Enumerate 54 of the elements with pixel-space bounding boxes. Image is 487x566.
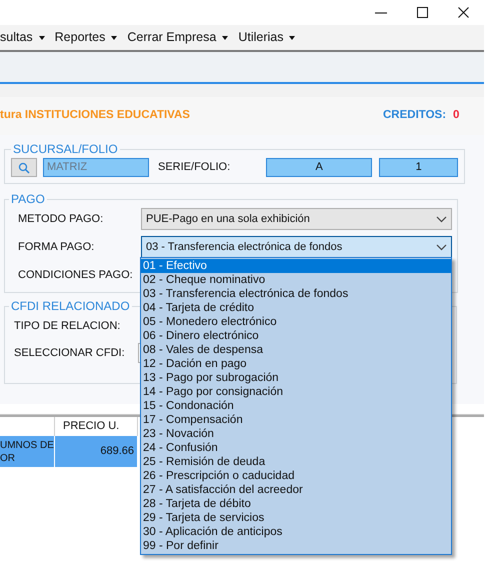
menu-item[interactable]: Cerrar Empresa (127, 28, 228, 47)
close-icon[interactable] (458, 7, 469, 18)
dropdown-option[interactable]: 14 - Pago por consignación (141, 385, 451, 399)
dropdown-option[interactable]: 99 - Por definir (141, 539, 451, 553)
chevron-down-icon (436, 244, 447, 250)
dropdown-option[interactable]: 05 - Monedero electrónico (141, 315, 451, 329)
dropdown-option[interactable]: 25 - Remisión de deuda (141, 455, 451, 469)
dropdown-option[interactable]: 04 - Tarjeta de crédito (141, 301, 451, 315)
minimize-icon[interactable] (375, 12, 387, 14)
dropdown-option[interactable]: 23 - Novación (141, 427, 451, 441)
caret-icon (38, 36, 45, 40)
field-label: CONDICIONES PAGO: (18, 268, 133, 283)
search-icon (18, 162, 30, 174)
table-cell: UMNOS DE OR (0, 436, 55, 467)
table-cell: 689.66 (55, 436, 138, 467)
maximize-icon[interactable] (417, 7, 428, 18)
caret-icon (222, 36, 228, 40)
group-legend: PAGO (9, 190, 47, 208)
dropdown-option[interactable]: 17 - Compensación (141, 413, 451, 427)
dropdown-option[interactable]: 26 - Prescripción o caducidad (141, 469, 451, 483)
search-button[interactable] (11, 158, 37, 177)
dropdown-option[interactable]: 03 - Transferencia electrónica de fondos (141, 287, 451, 301)
serie-field[interactable]: A (266, 158, 372, 177)
field-label: FORMA PAGO: (18, 240, 96, 255)
folio-field[interactable]: 1 (379, 158, 458, 177)
group-legend: SUCURSAL/FOLIO (11, 140, 120, 158)
metodo-select[interactable]: PUE-Pago en una sola exhibición (141, 208, 452, 230)
menu-item[interactable]: sultas (0, 28, 45, 47)
dropdown-option[interactable]: 27 - A satisfacción del acreedor (141, 483, 451, 497)
forma-select[interactable]: 03 - Transferencia electrónica de fondos (141, 236, 452, 258)
caret-icon (289, 36, 296, 40)
field-label: METODO PAGO: (18, 212, 104, 227)
dropdown-option[interactable]: 08 - Vales de despensa (141, 343, 451, 357)
dropdown-option[interactable]: 01 - Efectivo (141, 259, 451, 273)
dropdown-option[interactable]: 29 - Tarjeta de servicios (141, 511, 451, 525)
credits-label: CREDITOS: (382, 108, 446, 124)
credits-value: 0 (453, 108, 460, 124)
page-title: tura INSTITUCIONES EDUCATIVAS (0, 108, 190, 124)
dropdown-option[interactable]: 13 - Pago por subrogación (141, 371, 451, 385)
caret-icon (111, 36, 118, 40)
dropdown-option[interactable]: 12 - Dación en pago (141, 357, 451, 371)
field-label: TIPO DE RELACION: (14, 318, 120, 334)
dropdown-option[interactable]: 24 - Confusión (141, 441, 451, 455)
dropdown-option[interactable]: 28 - Tarjeta de débito (141, 497, 451, 511)
chevron-down-icon (436, 216, 447, 222)
menu-item[interactable]: Utilerias (238, 28, 296, 47)
field-label: SELECCIONAR CFDI: (14, 346, 126, 361)
menu-item[interactable]: Reportes (54, 28, 118, 47)
group-legend: CFDI RELACIONADO (9, 297, 132, 315)
dropdown-option[interactable]: 30 - Aplicación de anticipos (141, 525, 451, 539)
dropdown-option[interactable]: 15 - Condonación (141, 399, 451, 413)
serie-label: SERIE/FOLIO: (158, 160, 230, 176)
dropdown-option[interactable]: 02 - Cheque nominativo (141, 273, 451, 287)
dropdown-option[interactable]: 06 - Dinero electrónico (141, 329, 451, 343)
